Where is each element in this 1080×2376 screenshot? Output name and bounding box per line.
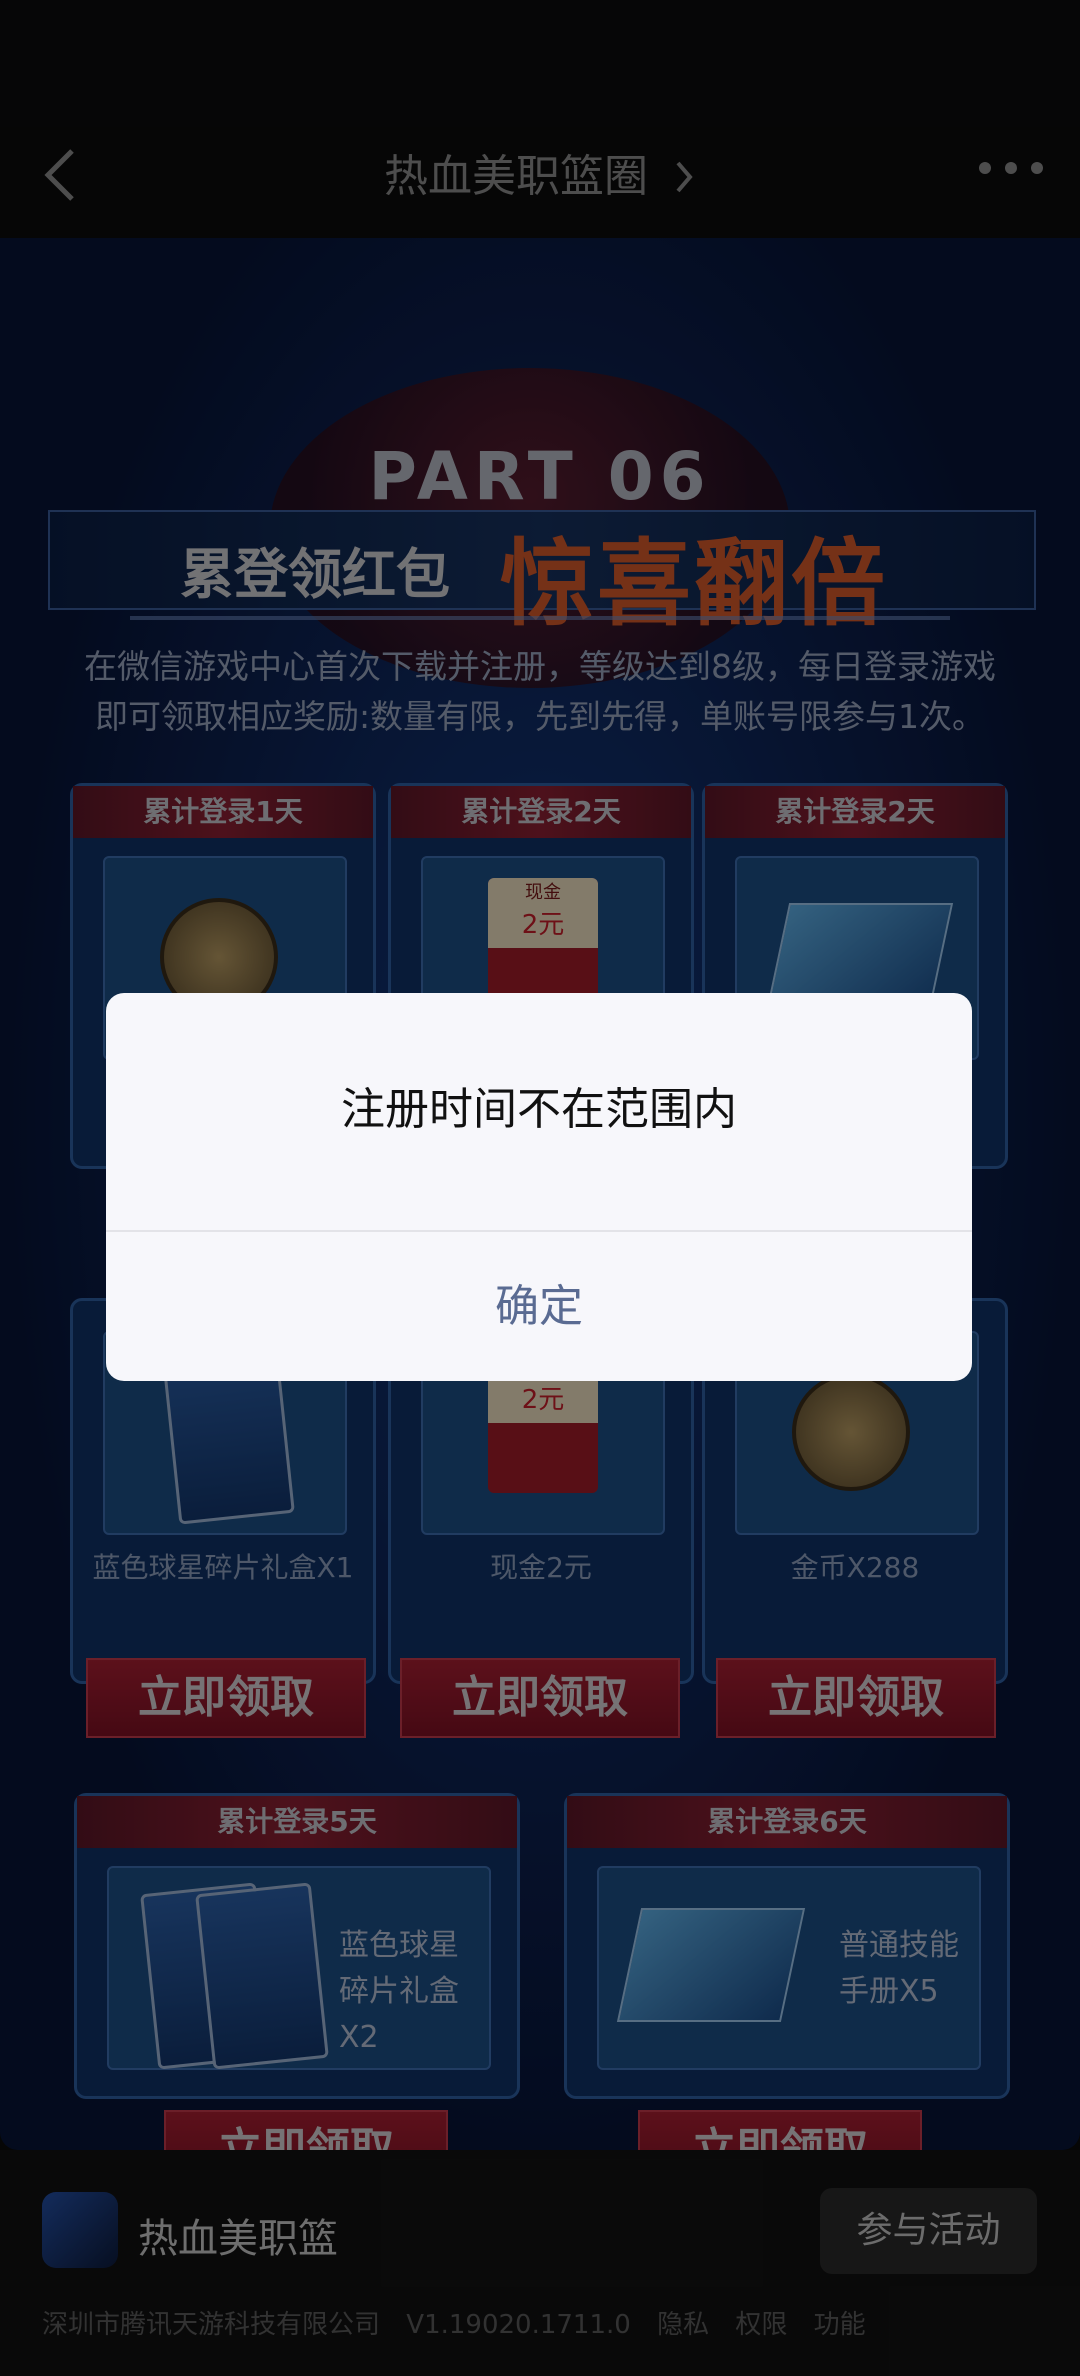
alert-dialog: 注册时间不在范围内 确定 — [106, 993, 972, 1381]
confirm-button[interactable]: 确定 — [106, 1232, 972, 1381]
dialog-message: 注册时间不在范围内 — [341, 1084, 737, 1135]
